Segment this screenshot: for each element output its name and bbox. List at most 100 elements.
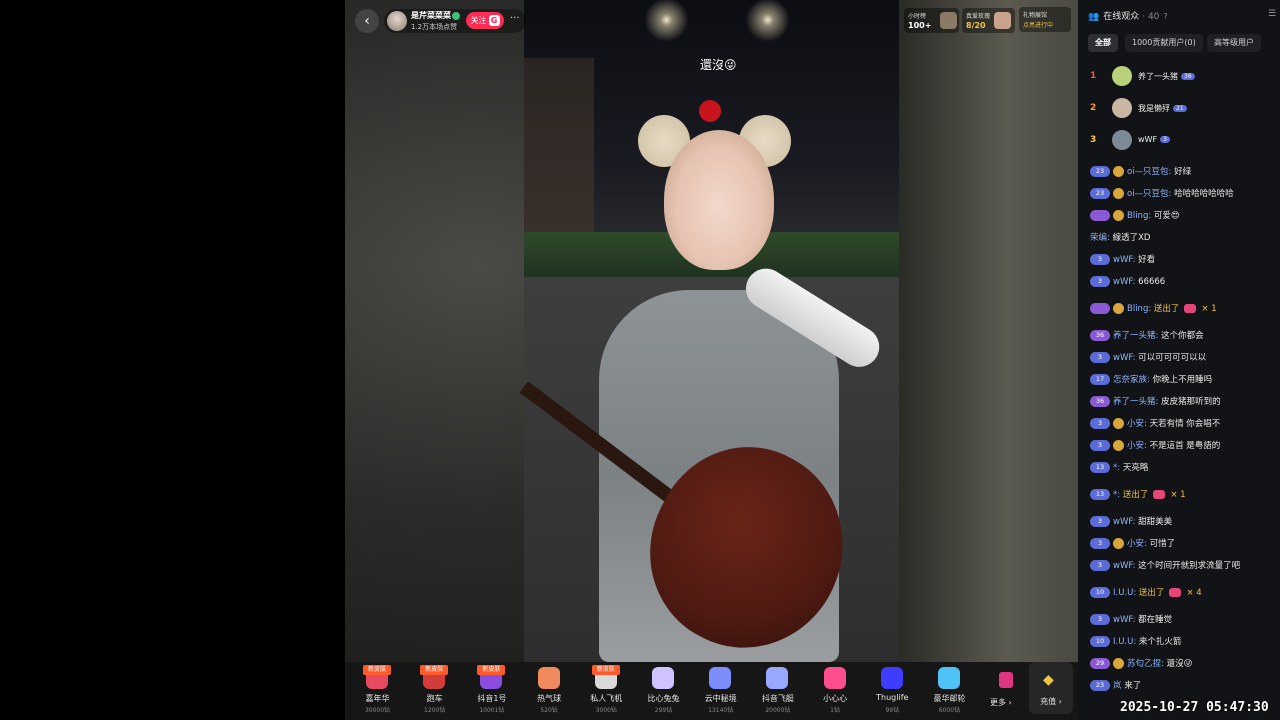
chat-message[interactable]: 3 wWF: 都在睡觉 bbox=[1090, 613, 1172, 627]
gift-item[interactable]: 小心心 1钻 bbox=[807, 662, 864, 720]
chat-nickname[interactable]: *: bbox=[1113, 490, 1120, 500]
gift-price: 99钻 bbox=[885, 707, 900, 714]
chat-message[interactable]: 13 *: 天亮略 bbox=[1090, 461, 1148, 475]
more-icon[interactable]: ··· bbox=[510, 13, 520, 24]
chat-nickname[interactable]: 小安: bbox=[1127, 419, 1147, 429]
chat-nickname[interactable]: Bling: bbox=[1127, 304, 1151, 314]
live-stage: 還沒😜 bbox=[345, 0, 1078, 662]
gift-item[interactable]: 新皮肤 私人飞机 3000钻 bbox=[578, 662, 635, 720]
gift-name: Thuglife bbox=[876, 693, 909, 702]
chat-nickname[interactable]: 荣编: bbox=[1090, 233, 1110, 243]
chat-message[interactable]: 36 养了一头猪: 这个你都会 bbox=[1090, 329, 1204, 343]
tab-high-level[interactable]: 高等级用户 bbox=[1207, 34, 1261, 52]
follow-button[interactable]: 关注 G bbox=[466, 12, 504, 29]
top-viewer-row[interactable]: 2 我是懒殍 21 bbox=[1088, 96, 1272, 122]
back-button[interactable]: ‹ bbox=[355, 9, 379, 33]
top-viewer-row[interactable]: 3 wWF 3 bbox=[1088, 128, 1272, 154]
top-viewer-row[interactable]: 1 养了一头猪 36 bbox=[1088, 64, 1272, 90]
chat-message[interactable]: 23 oi—只豆包: 好绿 bbox=[1090, 165, 1191, 179]
chat-nickname[interactable]: wWF: bbox=[1113, 615, 1135, 625]
chat-message[interactable]: 3 小安: 可惜了 bbox=[1090, 537, 1175, 551]
host-avatar[interactable] bbox=[387, 11, 407, 31]
chat-text: 好绿 bbox=[1174, 167, 1192, 177]
chat-message[interactable]: 10 I.U.U: 送出了 × 4 bbox=[1090, 586, 1202, 600]
chat-nickname[interactable]: *: bbox=[1113, 463, 1120, 473]
chat-nickname[interactable]: wWF: bbox=[1113, 277, 1135, 287]
chat-message[interactable]: 3 wWF: 66666 bbox=[1090, 275, 1165, 289]
gift-item[interactable]: 豪华邮轮 6000钻 bbox=[921, 662, 978, 720]
host-name: 是芹菜菜菜 bbox=[411, 11, 451, 20]
gift-icon bbox=[1169, 588, 1182, 597]
gift-item[interactable]: 新皮肤 跑车 1200钻 bbox=[406, 662, 463, 720]
chat-nickname[interactable]: I.U.U: bbox=[1113, 588, 1136, 598]
chat-message[interactable]: Bling: 可爱😍 bbox=[1090, 209, 1180, 223]
chat-message[interactable]: 29 苏匂乙捏: 還沒😜 bbox=[1090, 657, 1192, 671]
level-badge: 3 bbox=[1090, 254, 1110, 265]
chat-message[interactable]: 荣编: 線透了XD bbox=[1090, 231, 1150, 245]
chat-message[interactable]: 3 wWF: 这个时间开就别求流量了吧 bbox=[1090, 559, 1240, 573]
gift-name: 私人飞机 bbox=[590, 694, 623, 703]
streamer-head bbox=[664, 130, 774, 270]
chat-nickname[interactable]: wWF: bbox=[1113, 561, 1135, 571]
avatar[interactable] bbox=[1112, 98, 1132, 118]
chat-nickname[interactable]: Bling: bbox=[1127, 211, 1151, 221]
tab-all[interactable]: 全部 bbox=[1088, 34, 1118, 52]
chat-message[interactable]: 3 wWF: 可以可可可可以以 bbox=[1090, 351, 1206, 365]
chat-message[interactable]: 3 wWF: 甜甜美美 bbox=[1090, 515, 1172, 529]
chat-nickname[interactable]: wWF: bbox=[1113, 517, 1135, 527]
chat-message[interactable]: 10 I.U.U: 来个扎火箭 bbox=[1090, 635, 1181, 649]
fan-club-card[interactable]: 真爱玫瑰 8/20 bbox=[962, 8, 1015, 33]
gift-hall-card[interactable]: 礼物展馆 点亮进行中 bbox=[1019, 7, 1071, 32]
new-skin-badge: 新皮肤 bbox=[420, 665, 449, 675]
chat-nickname[interactable]: wWF: bbox=[1113, 255, 1135, 265]
chat-list[interactable]: 23 oi—只豆包: 好绿 23 oi—只豆包: 哈哈哈哈哈哈哈 Bling: 可爱😍 荣… bbox=[1090, 153, 1276, 700]
gift-item[interactable]: 云中秘境 13140钻 bbox=[692, 662, 749, 720]
collapse-panel-icon[interactable]: ☰ bbox=[1268, 9, 1276, 19]
chat-nickname[interactable]: wWF: bbox=[1113, 353, 1135, 363]
gift-item[interactable]: 新皮肤 抖音1号 10001钻 bbox=[463, 662, 520, 720]
chat-nickname[interactable]: oi—只豆包: bbox=[1127, 167, 1171, 177]
chat-message[interactable]: 36 养了一头猪: 皮皮猪那听到的 bbox=[1090, 395, 1221, 409]
follow-badge-icon: G bbox=[488, 15, 500, 26]
hour-rank-card[interactable]: 小时榜 100+ bbox=[904, 8, 959, 33]
help-icon[interactable]: ? bbox=[1163, 12, 1167, 21]
recharge-button[interactable]: ◆ 充值 › bbox=[1029, 662, 1073, 714]
fan-badge-icon bbox=[1113, 440, 1124, 451]
gift-icon bbox=[709, 667, 732, 689]
gift-item[interactable]: Thuglife 99钻 bbox=[864, 662, 921, 720]
chat-message[interactable]: 23 岚 来了 bbox=[1090, 679, 1141, 693]
chat-message[interactable]: 13 *: 送出了 × 1 bbox=[1090, 488, 1186, 502]
chat-nickname[interactable]: 小安: bbox=[1127, 441, 1147, 451]
gift-more-button[interactable]: 更多 › bbox=[990, 662, 1030, 720]
chat-nickname[interactable]: 养了一头猪: bbox=[1113, 397, 1158, 407]
rank-number: 2 bbox=[1090, 103, 1097, 113]
gift-item[interactable]: 抖音飞艇 20000钻 bbox=[749, 662, 806, 720]
chat-nickname[interactable]: 养了一头猪: bbox=[1113, 331, 1158, 341]
chat-nickname[interactable]: I.U.U: bbox=[1113, 637, 1136, 647]
level-badge: 3 bbox=[1090, 614, 1110, 625]
gift-action: 送出了 bbox=[1122, 490, 1149, 500]
chat-nickname[interactable]: 苏匂乙捏: bbox=[1127, 659, 1164, 669]
chat-nickname[interactable]: 怎奈家族: bbox=[1113, 375, 1150, 385]
avatar[interactable] bbox=[1112, 130, 1132, 150]
chat-message[interactable]: 23 oi—只豆包: 哈哈哈哈哈哈哈 bbox=[1090, 187, 1234, 201]
chat-nickname[interactable]: 小安: bbox=[1127, 539, 1147, 549]
new-skin-badge: 新皮肤 bbox=[363, 665, 391, 675]
chat-nickname[interactable]: oi—只豆包: bbox=[1127, 189, 1171, 199]
chat-message[interactable]: 3 小安: 不是這首 是粤語的 bbox=[1090, 439, 1220, 453]
gift-item[interactable]: 热气球 520钻 bbox=[521, 662, 578, 720]
fan-badge-icon bbox=[1113, 418, 1124, 429]
gift-item[interactable]: 比心兔兔 299钻 bbox=[635, 662, 692, 720]
chat-message[interactable]: Bling: 送出了 × 1 bbox=[1090, 302, 1217, 316]
gift-name: 豪华邮轮 bbox=[933, 694, 966, 703]
chat-nickname[interactable]: 岚 bbox=[1113, 681, 1122, 691]
chat-message[interactable]: 3 wWF: 好看 bbox=[1090, 253, 1155, 267]
chat-message[interactable]: 17 怎奈家族: 你晚上不用睡吗 bbox=[1090, 373, 1212, 387]
avatar[interactable] bbox=[1112, 66, 1132, 86]
gift-item[interactable]: 新皮肤 嘉年华 30000钻 bbox=[349, 662, 406, 720]
tab-top-contributors[interactable]: 1000贡献用户(0) bbox=[1125, 34, 1203, 52]
cherry-ornament bbox=[699, 100, 721, 122]
chat-message[interactable]: 3 小安: 天若有情 你会唱不 bbox=[1090, 417, 1220, 431]
live-video-frame[interactable]: 還沒😜 bbox=[519, 0, 899, 662]
chat-text: 都在睡觉 bbox=[1138, 615, 1173, 625]
